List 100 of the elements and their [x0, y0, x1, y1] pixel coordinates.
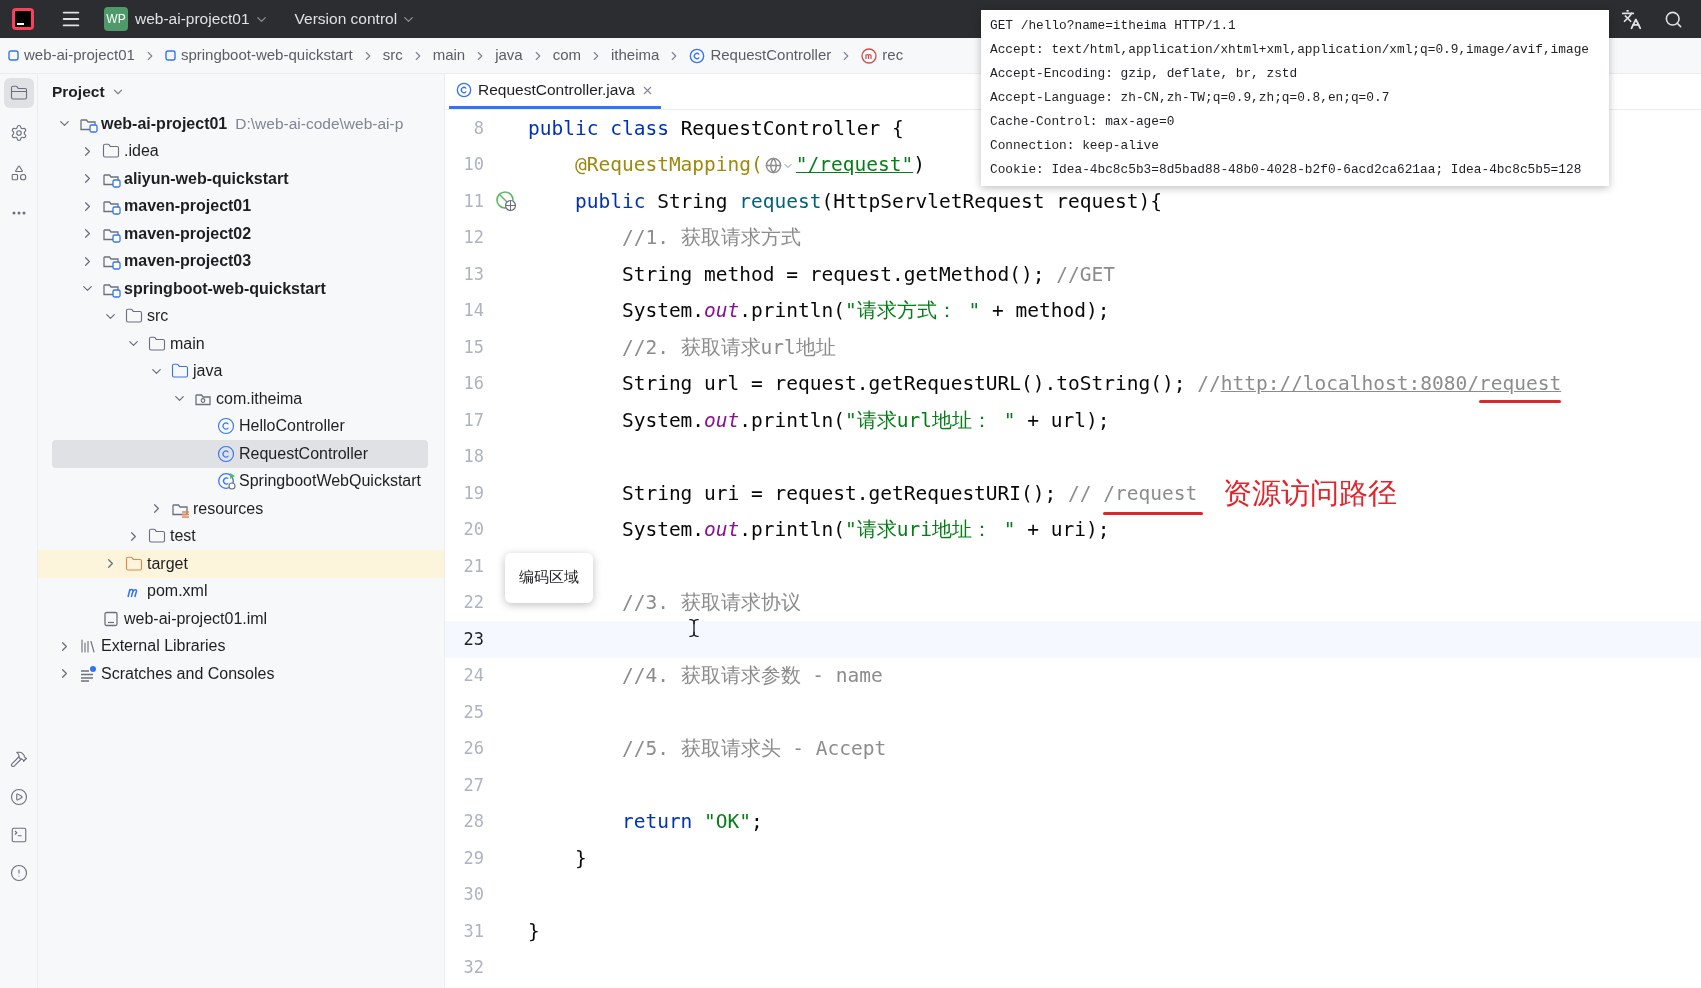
line-number: 25: [462, 700, 484, 724]
code-line: //3. 获取请求协议: [620, 590, 801, 617]
line-number: 24: [462, 664, 484, 687]
line-number: 27: [462, 773, 484, 797]
module-icon: [164, 50, 176, 61]
method-icon: [861, 47, 878, 64]
line-number: 8: [472, 116, 484, 140]
tree-item[interactable]: maven-project03: [124, 249, 252, 274]
code-line: }: [573, 845, 587, 872]
line-number: 12: [462, 226, 484, 249]
header-line: Accept: text/html,application/xhtml+xml,application/xml;q=0.9,image/avif,image: [990, 41, 1590, 59]
header-line: Connection: keep-alive: [990, 137, 1160, 155]
tree-item[interactable]: External Libraries: [101, 634, 226, 659]
line-number: 15: [462, 335, 484, 359]
line-number: 17: [462, 408, 484, 432]
tree-item[interactable]: RequestController: [239, 441, 368, 466]
breadcrumb-item[interactable]: web-ai-project01: [24, 44, 135, 67]
code-line: String url = request.getRequestURL().toString(); //http://localhost:8080/request: [528, 369, 1562, 399]
project-icon: [9, 84, 28, 102]
folder-icon: [102, 142, 120, 161]
class-icon: [217, 417, 235, 436]
scratches-icon: [79, 664, 97, 683]
code-line: String method = request.getMethod(); //GET: [620, 261, 1115, 288]
module-icon: [8, 50, 19, 61]
code-line: //4. 获取请求参数 - name: [620, 663, 883, 690]
project-switcher[interactable]: web-ai-project01: [135, 7, 269, 31]
code-line: //1. 获取请求方式: [620, 225, 801, 252]
vcs-menu[interactable]: Version control: [294, 7, 417, 31]
tree-item[interactable]: web-ai-project01.iml: [124, 606, 268, 631]
breadcrumb-item[interactable]: main: [432, 44, 466, 67]
tree-item[interactable]: SpringbootWebQuickstart: [239, 469, 421, 494]
tree-item[interactable]: pom.xml: [147, 579, 208, 604]
tree-item[interactable]: HelloController: [239, 414, 345, 439]
annotation-note: 资源访问路径: [1223, 478, 1398, 508]
breadcrumb-item[interactable]: com: [552, 44, 582, 67]
tree-item[interactable]: maven-project02: [124, 221, 252, 246]
header-line: Cookie: Idea-4bc8c5b3=8d5bad88-48b0-4028-b2f0-6acd2ca621aa; Idea-4bc8c5b5=128: [990, 161, 1583, 179]
tree-item[interactable]: web-ai-project01: [101, 111, 228, 136]
header-line: GET /hello?name=itheima HTTP/1.1: [990, 17, 1237, 35]
code-line: System.out.println("请求uri地址： " + uri);: [620, 517, 1110, 544]
tree-item[interactable]: main: [170, 331, 205, 356]
code-line: //2. 获取请求url地址: [620, 334, 836, 361]
breadcrumb-item[interactable]: java: [495, 44, 523, 67]
tree-item[interactable]: Scratches and Consoles: [101, 661, 275, 686]
app-logo-icon[interactable]: [12, 8, 34, 30]
tree-item[interactable]: com.itheima: [216, 386, 303, 411]
folder-icon: [148, 527, 166, 546]
spring-class-icon: [217, 472, 237, 491]
line-number: 20: [462, 518, 484, 541]
line-number: 14: [462, 299, 484, 322]
tree-item[interactable]: .idea: [124, 139, 159, 164]
line-number: 10: [462, 153, 484, 176]
panel-title[interactable]: Project: [52, 80, 125, 104]
editor-tab[interactable]: RequestController.java: [449, 74, 661, 109]
header-line: Cache-Control: max-age=0: [990, 113, 1176, 131]
more-icon: [11, 211, 26, 215]
code-line: public class RequestController {: [528, 115, 904, 142]
header-line: Accept-Encoding: gzip, deflate, br, zstd: [990, 65, 1299, 83]
line-number: 32: [462, 956, 484, 979]
breadcrumb-item[interactable]: rec: [882, 44, 904, 67]
run-icon: [9, 788, 28, 806]
code-line: //5. 获取请求头 - Accept: [620, 736, 887, 763]
structure-icon: [9, 164, 28, 182]
search-icon[interactable]: [1664, 9, 1683, 29]
breadcrumb-item[interactable]: springboot-web-quickstart: [180, 44, 353, 67]
line-number: 22: [462, 591, 484, 614]
code-line: System.out.println("请求方式： " + method);: [620, 298, 1110, 325]
line-number: 23: [462, 627, 484, 651]
hammer-icon: [9, 750, 28, 768]
globe-icon[interactable]: [764, 157, 794, 175]
code-line: public String request(HttpServletRequest request){: [573, 188, 1162, 215]
tree-item[interactable]: springboot-web-quickstart: [124, 276, 326, 301]
terminal-icon: [9, 826, 28, 844]
line-number: 18: [462, 445, 484, 468]
tree-item[interactable]: java: [193, 359, 223, 384]
translate-icon[interactable]: [1621, 8, 1642, 30]
code-line: return "OK";: [620, 809, 763, 836]
tree-item[interactable]: resources: [193, 496, 264, 521]
path-hint: D:\web-ai-code\web-ai-p: [235, 114, 404, 135]
project-badge: WP: [104, 7, 128, 31]
code-line: @RequestMapping( "/request"): [573, 152, 925, 179]
tree-item[interactable]: maven-project01: [124, 194, 252, 219]
breadcrumb-item[interactable]: RequestController: [710, 44, 832, 67]
line-number: 26: [462, 737, 484, 760]
folder-icon: [125, 554, 143, 573]
tree-item[interactable]: target: [147, 551, 188, 576]
folder-icon: [148, 334, 166, 353]
line-number: 30: [462, 883, 484, 906]
folder-icon: [125, 307, 143, 326]
globe-icon[interactable]: [495, 190, 517, 213]
class-icon: [217, 444, 235, 463]
breadcrumb-item[interactable]: itheima: [611, 44, 660, 67]
tree-item[interactable]: test: [170, 524, 196, 549]
project-button[interactable]: [3, 78, 34, 108]
header-line: Accept-Language: zh-CN,zh-TW;q=0.9,zh;q=0.8,en;q=0.7: [990, 89, 1391, 107]
breadcrumb-item[interactable]: src: [382, 44, 403, 67]
line-number: 31: [462, 919, 484, 943]
tree-item[interactable]: aliyun-web-quickstart: [124, 166, 289, 191]
tree-item[interactable]: src: [147, 304, 169, 329]
folder-icon: [171, 362, 189, 381]
